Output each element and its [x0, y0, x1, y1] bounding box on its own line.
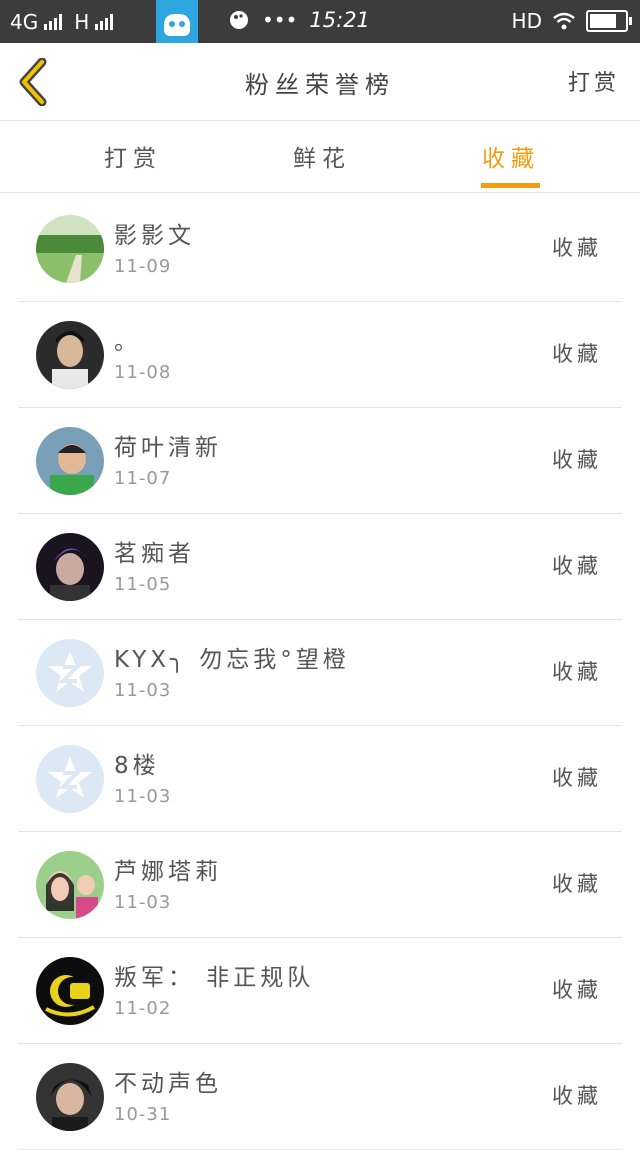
vivo-app-icon	[156, 0, 198, 43]
tab-flowers[interactable]: 鲜花	[262, 139, 382, 173]
avatar	[36, 533, 104, 601]
default-avatar	[36, 639, 104, 707]
tab-bar: 打赏 鲜花 收藏	[0, 121, 640, 193]
page-title: 粉丝荣誉榜	[245, 71, 395, 99]
status-bar: 4G H ••• 15:21 HD	[0, 0, 640, 43]
fan-list: 影影文 11-09 收藏 。 11-08 收藏 荷叶清新 11-07 收藏 茗痴…	[18, 196, 622, 1150]
tab-favorites[interactable]: 收藏	[451, 139, 571, 173]
fan-name: 不动声色	[114, 1071, 222, 1097]
action-label: 收藏	[552, 1084, 602, 1108]
list-item[interactable]: 。 11-08 收藏	[18, 302, 622, 408]
fan-date: 10-31	[114, 1104, 172, 1125]
avatar	[36, 215, 104, 283]
tab-reward[interactable]: 打赏	[73, 139, 193, 173]
avatar	[36, 1063, 104, 1131]
fan-date: 11-03	[114, 892, 172, 913]
fan-date: 11-07	[114, 468, 172, 489]
fan-date: 11-05	[114, 574, 172, 595]
fan-name: 8楼	[114, 753, 160, 779]
avatar	[36, 427, 104, 495]
avatar	[36, 321, 104, 389]
avatar	[36, 957, 104, 1025]
fan-date: 11-09	[114, 256, 172, 277]
system-indicators: HD	[511, 9, 632, 33]
battery-icon	[586, 10, 632, 32]
signal-indicators: 4G H	[10, 10, 119, 34]
hd-label: HD	[511, 9, 542, 33]
action-label: 收藏	[552, 554, 602, 578]
list-item[interactable]: KYX╮ 勿忘我°望橙 11-03 收藏	[18, 620, 622, 726]
fan-date: 11-03	[114, 786, 172, 807]
more-dots: •••	[262, 8, 298, 32]
network-type: 4G	[10, 10, 39, 34]
list-item[interactable]: 叛军： 非正规队 11-02 收藏	[18, 938, 622, 1044]
fan-date: 11-02	[114, 998, 172, 1019]
active-tab-indicator	[481, 183, 540, 188]
avatar	[36, 851, 104, 919]
list-item[interactable]: 茗痴者 11-05 收藏	[18, 514, 622, 620]
default-avatar	[36, 745, 104, 813]
signal-bars-2-icon	[95, 14, 114, 30]
signal-bars-icon	[44, 14, 63, 30]
reward-button[interactable]: 打赏	[568, 65, 620, 97]
fan-name: 芦娜塔莉	[114, 859, 222, 885]
palette-icon	[230, 11, 248, 29]
fan-name: 荷叶清新	[114, 435, 222, 461]
fan-name: 影影文	[114, 223, 195, 249]
list-item[interactable]: 荷叶清新 11-07 收藏	[18, 408, 622, 514]
list-item[interactable]: 不动声色 10-31 收藏	[18, 1044, 622, 1150]
list-item[interactable]: 8楼 11-03 收藏	[18, 726, 622, 832]
fan-date: 11-03	[114, 680, 172, 701]
fan-date: 11-08	[114, 362, 172, 383]
fan-name: KYX╮ 勿忘我°望橙	[114, 647, 350, 673]
wifi-icon	[553, 12, 575, 30]
clock: 15:21	[309, 8, 370, 32]
action-label: 收藏	[552, 872, 602, 896]
top-nav-bar: 粉丝荣誉榜 打赏	[0, 43, 640, 121]
action-label: 收藏	[552, 236, 602, 260]
fan-name: 。	[114, 329, 141, 355]
list-item[interactable]: 芦娜塔莉 11-03 收藏	[18, 832, 622, 938]
action-label: 收藏	[552, 448, 602, 472]
action-label: 收藏	[552, 766, 602, 790]
fan-name: 叛军： 非正规队	[114, 965, 315, 991]
action-label: 收藏	[552, 342, 602, 366]
list-item[interactable]: 影影文 11-09 收藏	[18, 196, 622, 302]
action-label: 收藏	[552, 978, 602, 1002]
action-label: 收藏	[552, 660, 602, 684]
notification-area: ••• 15:21	[228, 8, 370, 32]
fan-name: 茗痴者	[114, 541, 195, 567]
network-type-2: H	[74, 10, 90, 34]
